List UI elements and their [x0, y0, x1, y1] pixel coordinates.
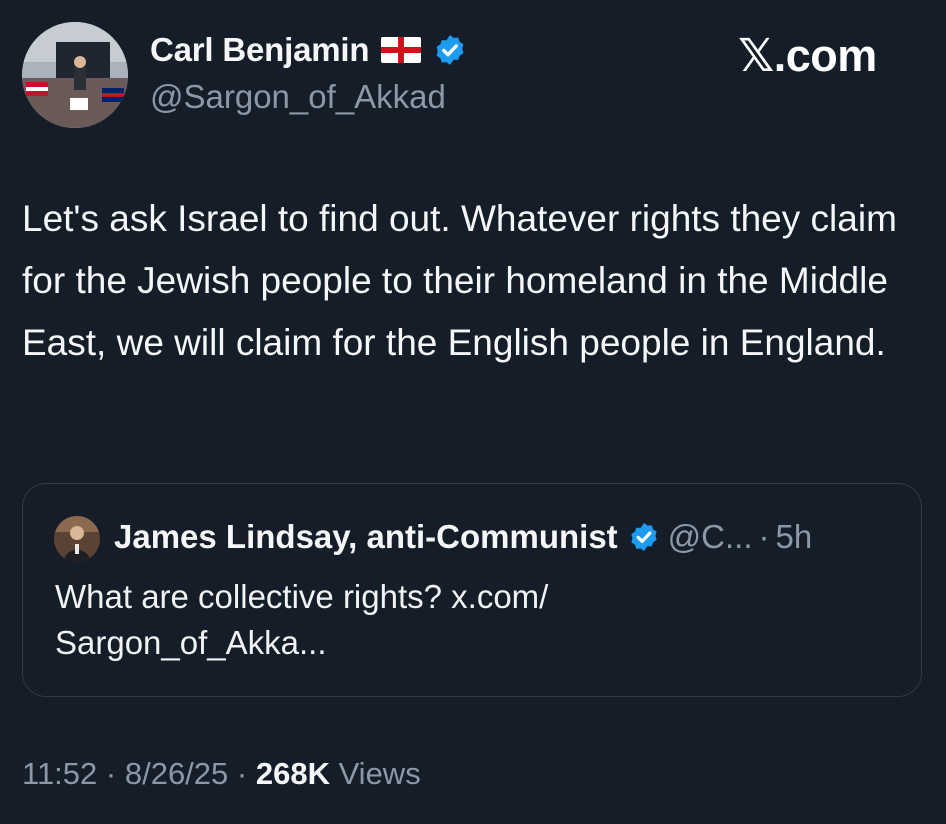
verified-badge-icon — [433, 33, 467, 67]
quoted-tweet-card[interactable]: James Lindsay, anti-Communist @C... · 5h… — [22, 483, 922, 697]
quoted-verified-badge-icon — [628, 521, 660, 553]
quoted-text-line1: What are collective rights? x.com/ — [55, 578, 549, 615]
author-avatar[interactable] — [22, 22, 128, 128]
quoted-separator: · — [758, 518, 770, 555]
x-com-brand: 𝕏.com — [738, 29, 877, 82]
quoted-author-handle[interactable]: @C... — [668, 518, 753, 556]
meta-separator: · — [228, 756, 256, 791]
tweet-date[interactable]: 8/26/25 — [125, 756, 228, 791]
quoted-author-avatar[interactable] — [54, 516, 100, 562]
author-handle[interactable]: @Sargon_of_Akkad — [150, 78, 446, 116]
quoted-text-line2[interactable]: Sargon_of_Akka... — [55, 624, 327, 661]
views-count[interactable]: 268K — [256, 756, 330, 791]
tweet-meta: 11:52 · 8/26/25 · 268K Views — [22, 756, 421, 792]
meta-separator: · — [97, 756, 125, 791]
x-logo-icon: 𝕏 — [738, 29, 774, 82]
quoted-tweet-header: James Lindsay, anti-Communist @C... · 5h — [114, 518, 812, 556]
tweet-text: Let's ask Israel to find out. Whatever r… — [22, 198, 897, 363]
author-name-row: Carl Benjamin — [150, 31, 467, 69]
quoted-timestamp[interactable]: 5h — [776, 518, 813, 556]
quoted-author-name[interactable]: James Lindsay, anti-Communist — [114, 518, 618, 556]
brand-domain-text: .com — [773, 30, 878, 81]
tweet-time[interactable]: 11:52 — [22, 756, 97, 791]
tweet-screenshot: Carl Benjamin @Sargon_of_Akkad 𝕏.com Let… — [0, 0, 946, 824]
england-flag-icon — [381, 37, 422, 63]
quoted-tweet-text: What are collective rights? x.com/Sargon… — [55, 574, 675, 666]
views-label: Views — [329, 756, 421, 791]
author-display-name[interactable]: Carl Benjamin — [150, 31, 369, 69]
